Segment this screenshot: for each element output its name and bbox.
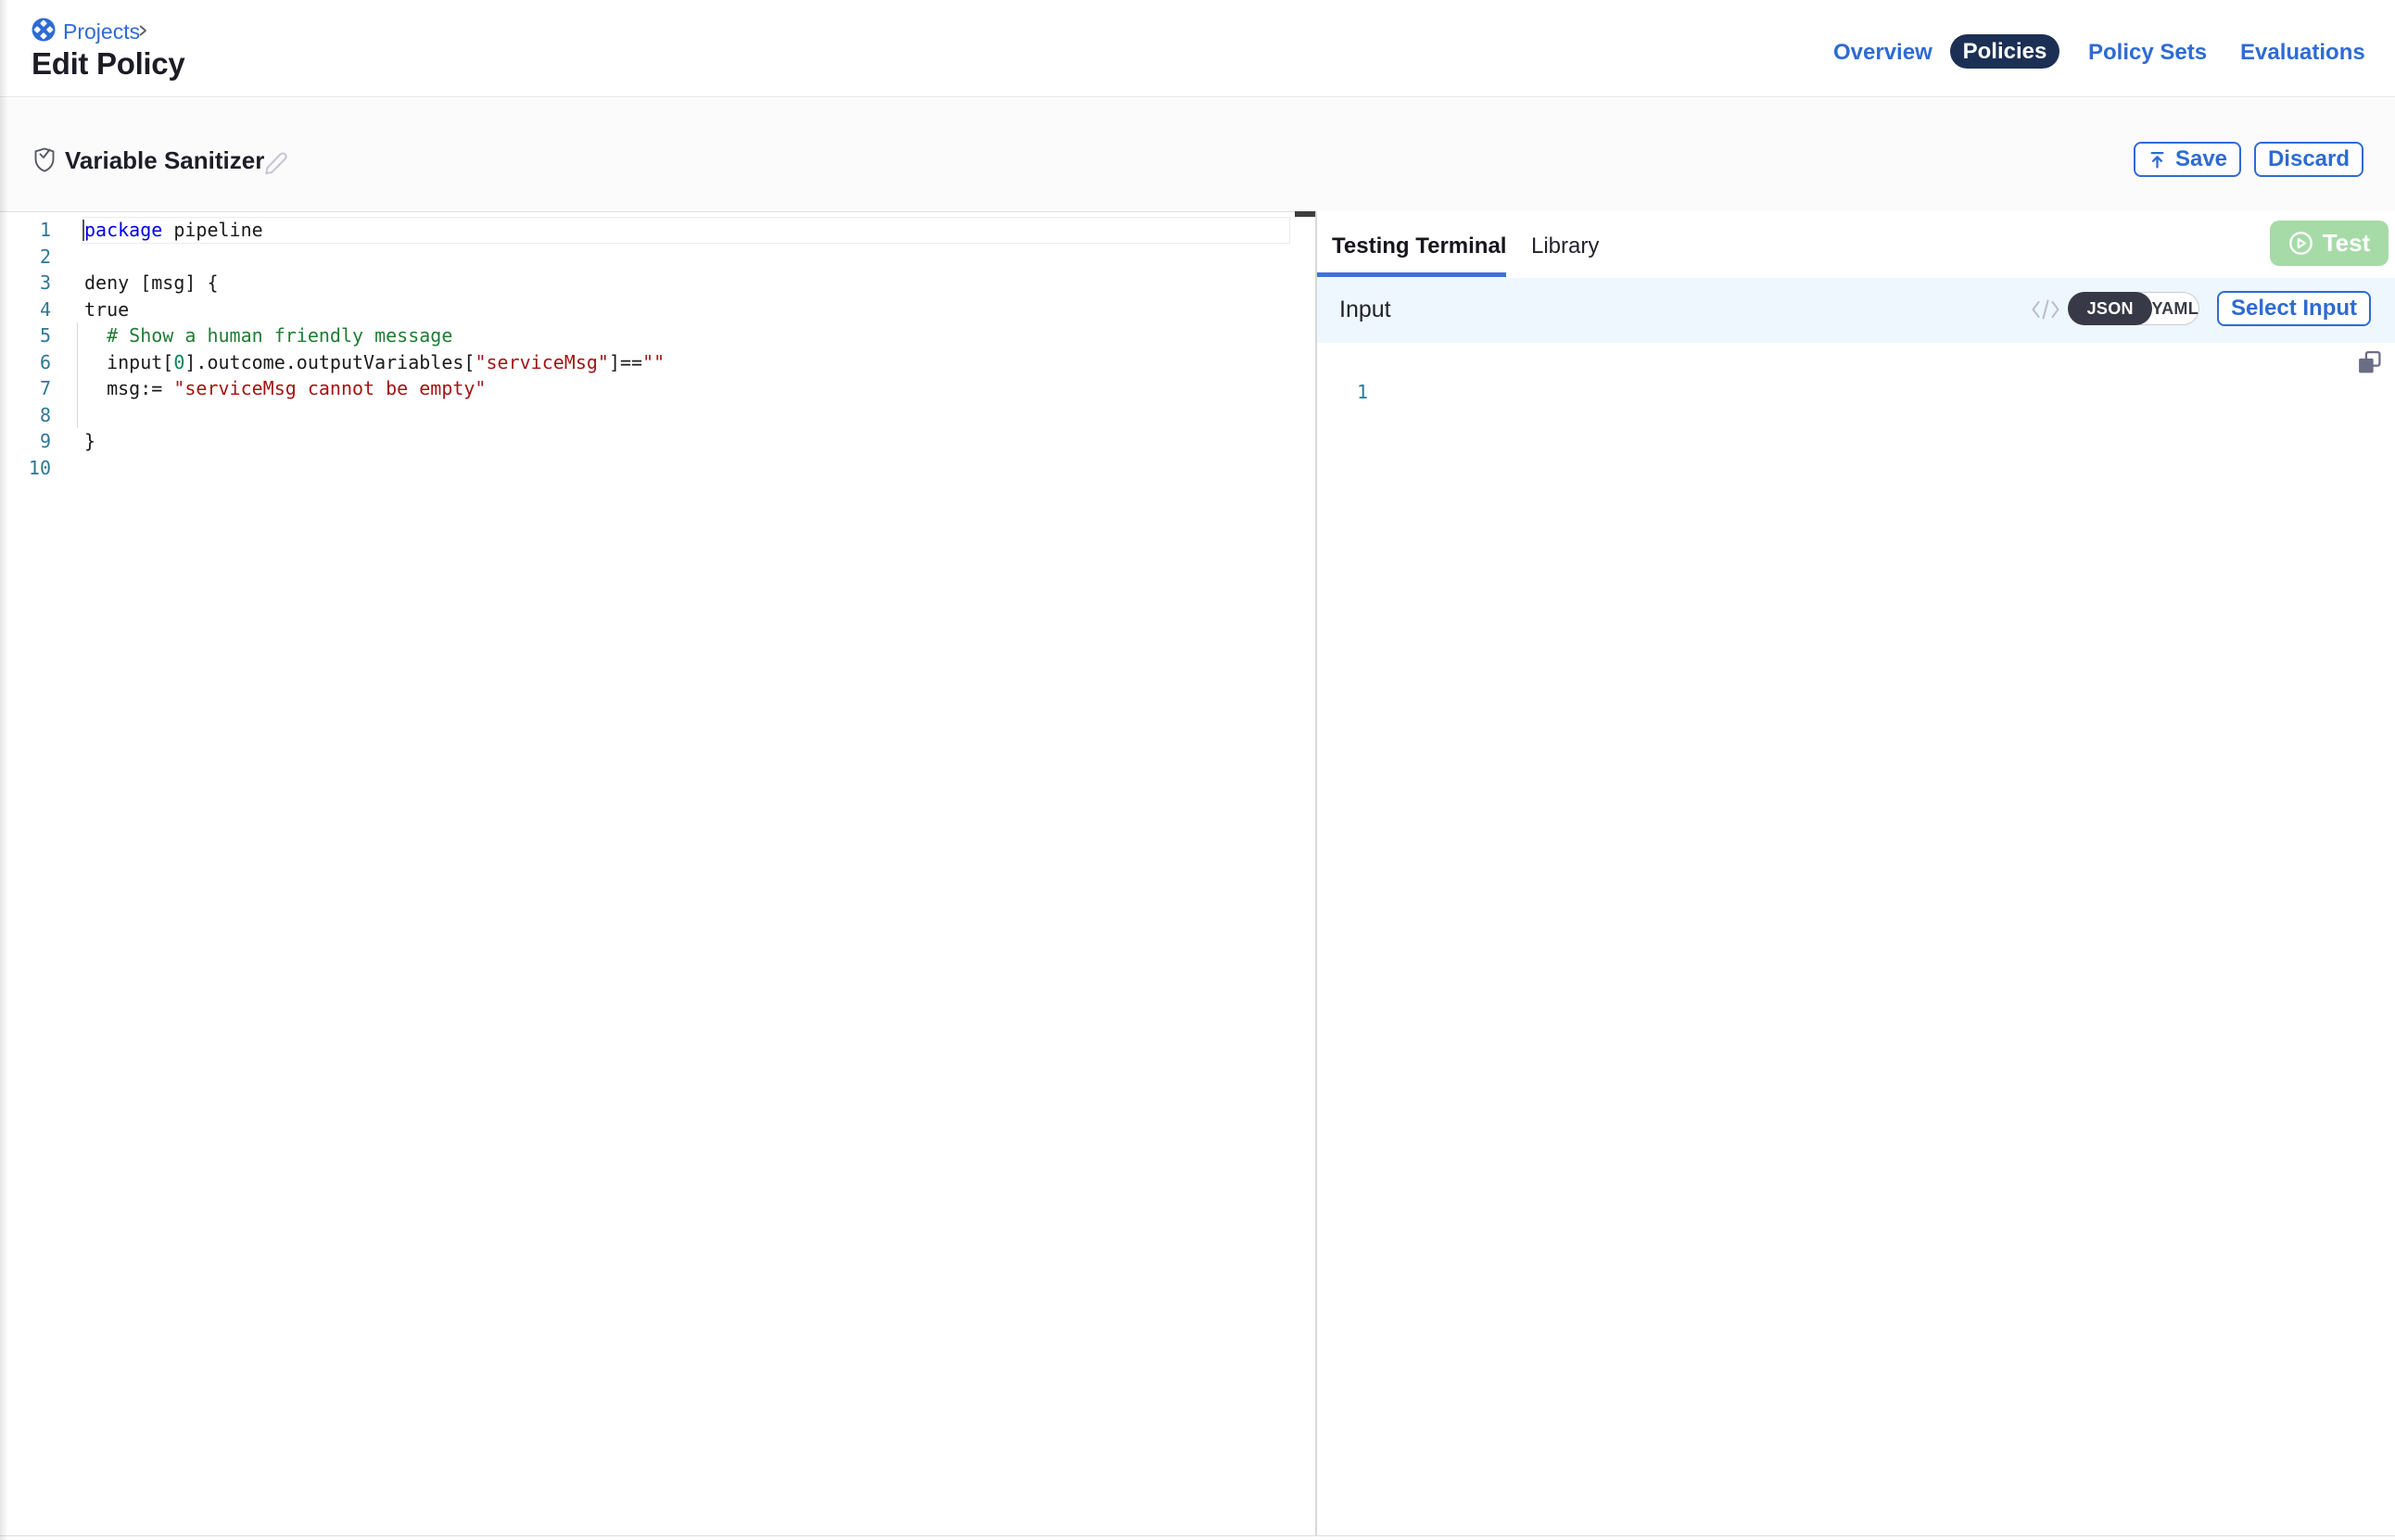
bottom-border bbox=[0, 1535, 2395, 1536]
code-line[interactable]: # Show a human friendly message bbox=[84, 322, 665, 349]
code-line[interactable] bbox=[84, 455, 665, 482]
tab-policy-sets[interactable]: Policy Sets bbox=[2088, 40, 2207, 66]
testing-panel: Testing Terminal Library Test Input bbox=[1317, 211, 2395, 1535]
code-line[interactable] bbox=[84, 244, 665, 271]
text-cursor bbox=[82, 220, 84, 241]
edit-pencil-icon[interactable] bbox=[260, 148, 290, 178]
code-line[interactable]: msg:= "serviceMsg cannot be empty" bbox=[84, 375, 665, 402]
policy-name: Variable Sanitizer bbox=[65, 146, 264, 175]
editor-gutter: 12345678910 bbox=[0, 217, 51, 481]
input-line-number: 1 bbox=[1317, 379, 1368, 406]
tab-library[interactable]: Library bbox=[1531, 234, 1599, 259]
line-number: 4 bbox=[0, 297, 51, 323]
tab-policies-label: Policies bbox=[1963, 39, 2047, 65]
projects-grid-icon bbox=[32, 18, 56, 42]
line-number: 10 bbox=[0, 455, 51, 482]
input-editor[interactable]: 1 bbox=[1317, 343, 2395, 1535]
tab-overview[interactable]: Overview bbox=[1833, 40, 1932, 66]
select-input-button[interactable]: Select Input bbox=[2217, 291, 2371, 326]
line-number: 2 bbox=[0, 244, 51, 271]
breadcrumb-chevron-icon bbox=[136, 23, 149, 38]
save-button-label: Save bbox=[2175, 146, 2227, 172]
editor-code[interactable]: package pipeline deny [msg] {true # Show … bbox=[84, 217, 665, 481]
test-button[interactable]: Test bbox=[2270, 221, 2389, 266]
line-number: 5 bbox=[0, 322, 51, 349]
line-number: 7 bbox=[0, 375, 51, 402]
code-line[interactable]: deny [msg] { bbox=[84, 270, 665, 297]
toggle-json[interactable]: JSON bbox=[2068, 292, 2152, 325]
test-button-label: Test bbox=[2323, 229, 2371, 258]
testing-tabs-row: Testing Terminal Library Test bbox=[1317, 211, 2395, 278]
input-label: Input bbox=[1339, 297, 1391, 323]
line-number: 3 bbox=[0, 270, 51, 297]
tab-policies[interactable]: Policies bbox=[1950, 34, 2059, 69]
copy-icon[interactable] bbox=[2356, 349, 2383, 376]
code-line[interactable] bbox=[84, 402, 665, 429]
line-number: 8 bbox=[0, 402, 51, 429]
line-number: 6 bbox=[0, 349, 51, 376]
format-toggle: JSON YAML bbox=[2068, 292, 2199, 325]
code-line[interactable]: input[0].outcome.outputVariables["servic… bbox=[84, 349, 665, 376]
input-section-header: Input JSON YAML Select Input bbox=[1317, 278, 2395, 343]
line-number: 1 bbox=[0, 217, 51, 244]
tab-testing-terminal[interactable]: Testing Terminal bbox=[1332, 234, 1506, 259]
code-line[interactable]: true bbox=[84, 297, 665, 323]
policy-toolbar bbox=[0, 98, 2395, 211]
indent-guide bbox=[77, 322, 78, 428]
discard-button-label: Discard bbox=[2268, 146, 2350, 172]
edit-policy-page: Projects Edit Policy Overview Policies P… bbox=[0, 0, 2395, 1540]
line-number: 9 bbox=[0, 428, 51, 455]
upload-icon bbox=[2148, 150, 2167, 170]
active-tab-underline bbox=[1317, 272, 1506, 277]
code-line[interactable]: package pipeline bbox=[84, 217, 665, 244]
shield-check-icon bbox=[32, 145, 57, 173]
page-header: Projects Edit Policy Overview Policies P… bbox=[0, 0, 2395, 97]
toggle-yaml[interactable]: YAML bbox=[2151, 293, 2199, 324]
save-button[interactable]: Save bbox=[2134, 142, 2241, 177]
play-circle-icon bbox=[2288, 231, 2313, 256]
discard-button[interactable]: Discard bbox=[2254, 142, 2363, 177]
policy-code-editor[interactable]: 12345678910 package pipeline deny [msg] {… bbox=[0, 211, 1315, 1535]
tab-evaluations[interactable]: Evaluations bbox=[2240, 40, 2365, 66]
code-line[interactable]: } bbox=[84, 428, 665, 455]
page-title: Edit Policy bbox=[32, 46, 184, 82]
breadcrumb-projects-link[interactable]: Projects bbox=[63, 19, 140, 44]
code-brackets-icon[interactable] bbox=[2031, 299, 2060, 320]
